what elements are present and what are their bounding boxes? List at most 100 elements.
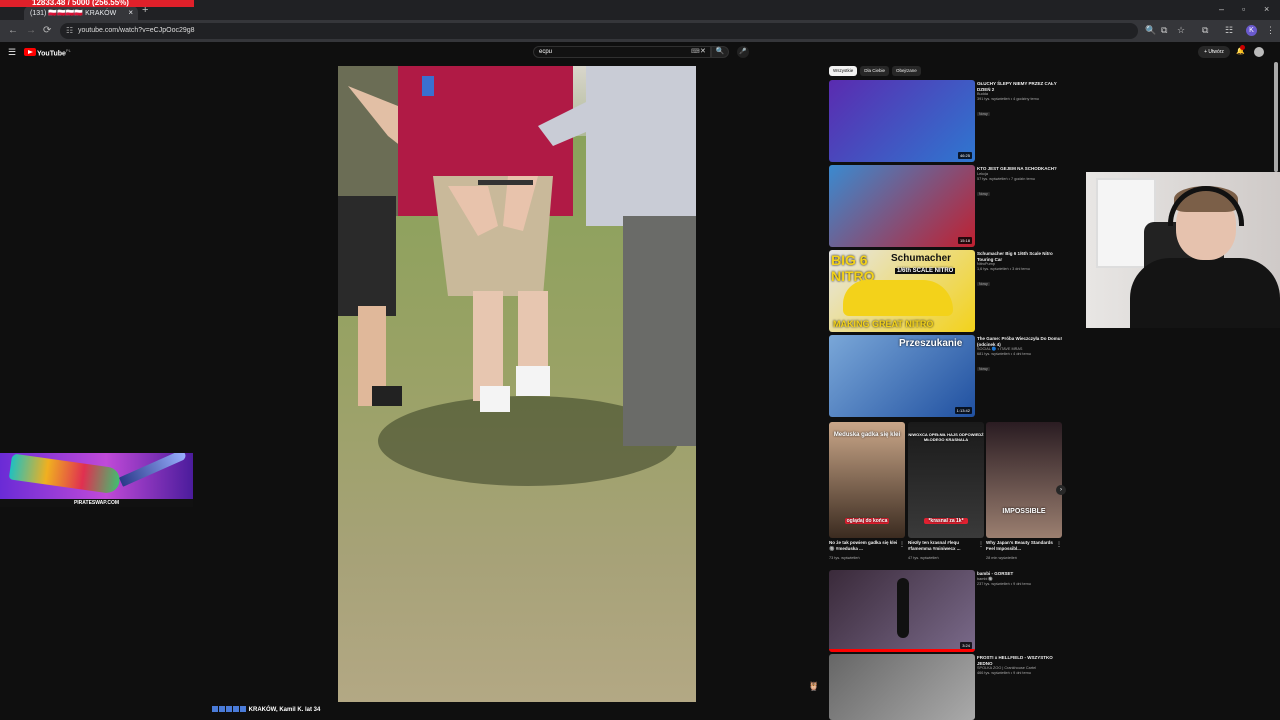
video-title[interactable]: KTO JEST GEJEM NA SCHODKACH? <box>977 166 1063 172</box>
recommendation-item[interactable]: 15:18 KTO JEST GEJEM NA SCHODKACH? Lekcj… <box>829 165 1065 247</box>
side-panel-icon[interactable]: ☷ <box>1225 25 1233 36</box>
duration-badge: 1:13:42 <box>954 407 972 414</box>
video-frame-figures <box>338 66 696 446</box>
notifications-bell-icon[interactable]: 🔔 <box>1236 45 1245 55</box>
tab-close-icon[interactable]: × <box>128 8 133 17</box>
video-caption-bar: KRAKÓW, Kamil K. lat 34 <box>212 706 320 716</box>
extensions-icon[interactable]: ⧉ <box>1202 25 1208 36</box>
voice-search-button[interactable]: 🎤 <box>737 46 749 58</box>
short-views: 73 tys. wyświetleń <box>829 556 860 560</box>
chip-all[interactable]: Wszystkie <box>829 66 858 76</box>
recommendation-item[interactable]: Przeszukanie 1:13:42 The Game: Próba Wie… <box>829 335 1065 417</box>
video-title[interactable]: The Game: Próba Wieczczyła Do Domu! (odc… <box>977 336 1063 347</box>
browser-toolbar: ← → ⟳ ☷ youtube.com/watch?v=eCJpOoc29g8 … <box>0 20 1280 42</box>
profile-avatar[interactable]: K <box>1246 25 1257 36</box>
short-thumbnail[interactable]: NIWOXCA OPEŁNIŁ HAJS ODPOWIEDŹ MŁODEGO K… <box>908 422 984 538</box>
browser-tab[interactable]: (131) 🇵🇱🇵🇱🇵🇱🇵🇱 KRAKÓW × <box>24 6 138 20</box>
video-title[interactable]: Schumacher Big 6 1/6th Scale Nitro Touri… <box>977 251 1063 262</box>
clear-search-icon[interactable]: ✕ <box>700 47 706 55</box>
flag-icon <box>233 706 239 712</box>
short-item[interactable]: IMPOSSIBLE Why Japan's Beauty Standards … <box>986 422 1062 564</box>
video-thumbnail[interactable]: Przeszukanie 1:13:42 <box>829 335 975 417</box>
video-thumbnail[interactable]: BIG 6 NITRO Schumacher 1/6th SCALE NITRO … <box>829 250 975 332</box>
chip-watched[interactable]: Obejrzane <box>892 66 921 76</box>
short-thumbnail[interactable]: Meduska gadka się klei oglądaj do końca <box>829 422 905 538</box>
video-meta: 57 tys. wyświetleń • 7 godzin temu <box>977 176 1035 181</box>
flag-icon <box>240 706 246 712</box>
reload-icon[interactable]: ⟳ <box>43 25 51 36</box>
page-scrollbar[interactable] <box>1274 62 1278 172</box>
recommendation-info: GŁUCHY ŚLEPY NIEMY PRZEZ CAŁY DZIEŃ 2 Bu… <box>977 81 1063 120</box>
install-icon[interactable]: ⧉ <box>1161 25 1167 36</box>
short-top-text: NIWOXCA OPEŁNIŁ HAJS ODPOWIEDŹ MŁODEGO K… <box>908 432 984 442</box>
maximize-button[interactable]: ▫ <box>1242 4 1245 14</box>
filter-chips: Wszystkie Dla Ciebie Obejrzane <box>829 66 924 77</box>
video-thumbnail[interactable]: 3:24 <box>829 570 975 652</box>
short-title[interactable]: Niezły ten krasnal #lequ #famemma #miniw… <box>908 540 978 551</box>
recommendation-info: Schumacher Big 6 1/6th Scale Nitro Touri… <box>977 251 1063 290</box>
short-bottom-text: IMPOSSIBLE <box>1002 508 1046 515</box>
video-meta: 681 tys. wyświetleń • 4 dni temu <box>977 352 1031 356</box>
thumbnail-tagline: MAKING GREAT NITRO <box>833 319 934 329</box>
duration-badge: 3:24 <box>960 642 972 649</box>
recommendation-info: FROSTI x HELLFIELD - WSZYSTKO JEDNO SPOL… <box>977 655 1063 676</box>
short-item[interactable]: Meduska gadka się klei oglądaj do końca … <box>829 422 905 564</box>
keyboard-icon[interactable]: ⌨ <box>691 48 700 55</box>
recommendation-item[interactable]: 46:25 GŁUCHY ŚLEPY NIEMY PRZEZ CAŁY DZIE… <box>829 80 1065 162</box>
youtube-wordmark[interactable]: YouTubePL <box>37 48 71 57</box>
bookmark-star-icon[interactable]: ☆ <box>1177 25 1185 36</box>
mic-icon: 🎤 <box>739 49 747 55</box>
video-meta: 1,6 tys. wyświetleń • 3 dni temu <box>977 267 1030 271</box>
recommendation-item[interactable]: 3:24 bambi - GORSET bambi 🔘 237 tys. wyś… <box>829 570 1065 652</box>
shorts-next-chevron-icon[interactable]: › <box>1056 485 1066 495</box>
site-info-icon[interactable]: ☷ <box>66 26 73 35</box>
sponsor-gun-graphic <box>8 453 122 495</box>
short-title[interactable]: Why Japan's Beauty Standards Feel Imposs… <box>986 540 1056 551</box>
video-thumbnail[interactable] <box>829 654 975 720</box>
more-options-icon[interactable]: ⋮ <box>978 541 984 548</box>
more-options-icon[interactable]: ⋮ <box>1056 541 1062 548</box>
minimize-button[interactable]: – <box>1219 4 1224 14</box>
search-input[interactable]: ecpu <box>533 46 711 58</box>
duration-badge: 46:25 <box>957 152 972 159</box>
address-bar[interactable]: ☷ youtube.com/watch?v=eCJpOoc29g8 <box>60 23 1138 39</box>
video-title[interactable]: FROSTI x HELLFIELD - WSZYSTKO JEDNO <box>977 655 1063 666</box>
video-player[interactable] <box>338 66 696 702</box>
flag-icon <box>226 706 232 712</box>
video-meta: 237 tys. wyświetleń • 9 dni temu <box>977 581 1031 586</box>
short-top-text: Meduska gadka się klei <box>833 432 901 438</box>
chip-for-you[interactable]: Dla Ciebie <box>860 66 890 76</box>
webcam-body <box>1130 258 1280 328</box>
user-avatar[interactable] <box>1254 47 1264 57</box>
short-bottom-text: *krasnal za 1k* <box>924 518 968 524</box>
logo-text: YouTube <box>37 50 66 58</box>
create-button[interactable]: + Utwórz <box>1198 46 1230 58</box>
zoom-icon[interactable]: 🔍 <box>1145 25 1156 36</box>
youtube-logo-icon[interactable] <box>24 48 36 56</box>
flag-icon <box>219 706 225 712</box>
flag-icon <box>212 706 218 712</box>
browser-menu-icon[interactable]: ⋮ <box>1266 25 1275 36</box>
streamer-webcam <box>1086 172 1280 328</box>
short-title[interactable]: No że tak powiem gadka się klei 🔘 #medus… <box>829 540 899 551</box>
shorts-shelf: Meduska gadka się klei oglądaj do końca … <box>829 422 1065 564</box>
recommendation-info: KTO JEST GEJEM NA SCHODKACH? Lekcja 57 t… <box>977 166 1063 200</box>
new-badge: Nowy <box>977 282 990 286</box>
video-title[interactable]: GŁUCHY ŚLEPY NIEMY PRZEZ CAŁY DZIEŃ 2 <box>977 81 1063 92</box>
close-window-button[interactable]: × <box>1264 4 1269 14</box>
recommendation-item[interactable]: FROSTI x HELLFIELD - WSZYSTKO JEDNO SPOL… <box>829 654 1065 720</box>
short-bottom-text: oglądaj do końca <box>845 518 889 524</box>
forward-icon[interactable]: → <box>26 25 36 36</box>
menu-icon[interactable]: ☰ <box>8 47 16 58</box>
video-caption-text: KRAKÓW, Kamil K. lat 34 <box>248 707 321 713</box>
search-button[interactable]: 🔍 <box>711 46 729 58</box>
owl-icon: 🦉 <box>808 681 820 691</box>
video-thumbnail[interactable]: 15:18 <box>829 165 975 247</box>
donation-goal-banner: 12833.48 / 5000 (256.55%) <box>0 0 194 7</box>
video-thumbnail[interactable]: 46:25 <box>829 80 975 162</box>
recommendation-item[interactable]: BIG 6 NITRO Schumacher 1/6th SCALE NITRO … <box>829 250 1065 332</box>
short-item[interactable]: NIWOXCA OPEŁNIŁ HAJS ODPOWIEDŹ MŁODEGO K… <box>908 422 984 564</box>
back-icon[interactable]: ← <box>8 25 18 36</box>
more-options-icon[interactable]: ⋮ <box>899 541 905 548</box>
short-thumbnail[interactable]: IMPOSSIBLE <box>986 422 1062 538</box>
